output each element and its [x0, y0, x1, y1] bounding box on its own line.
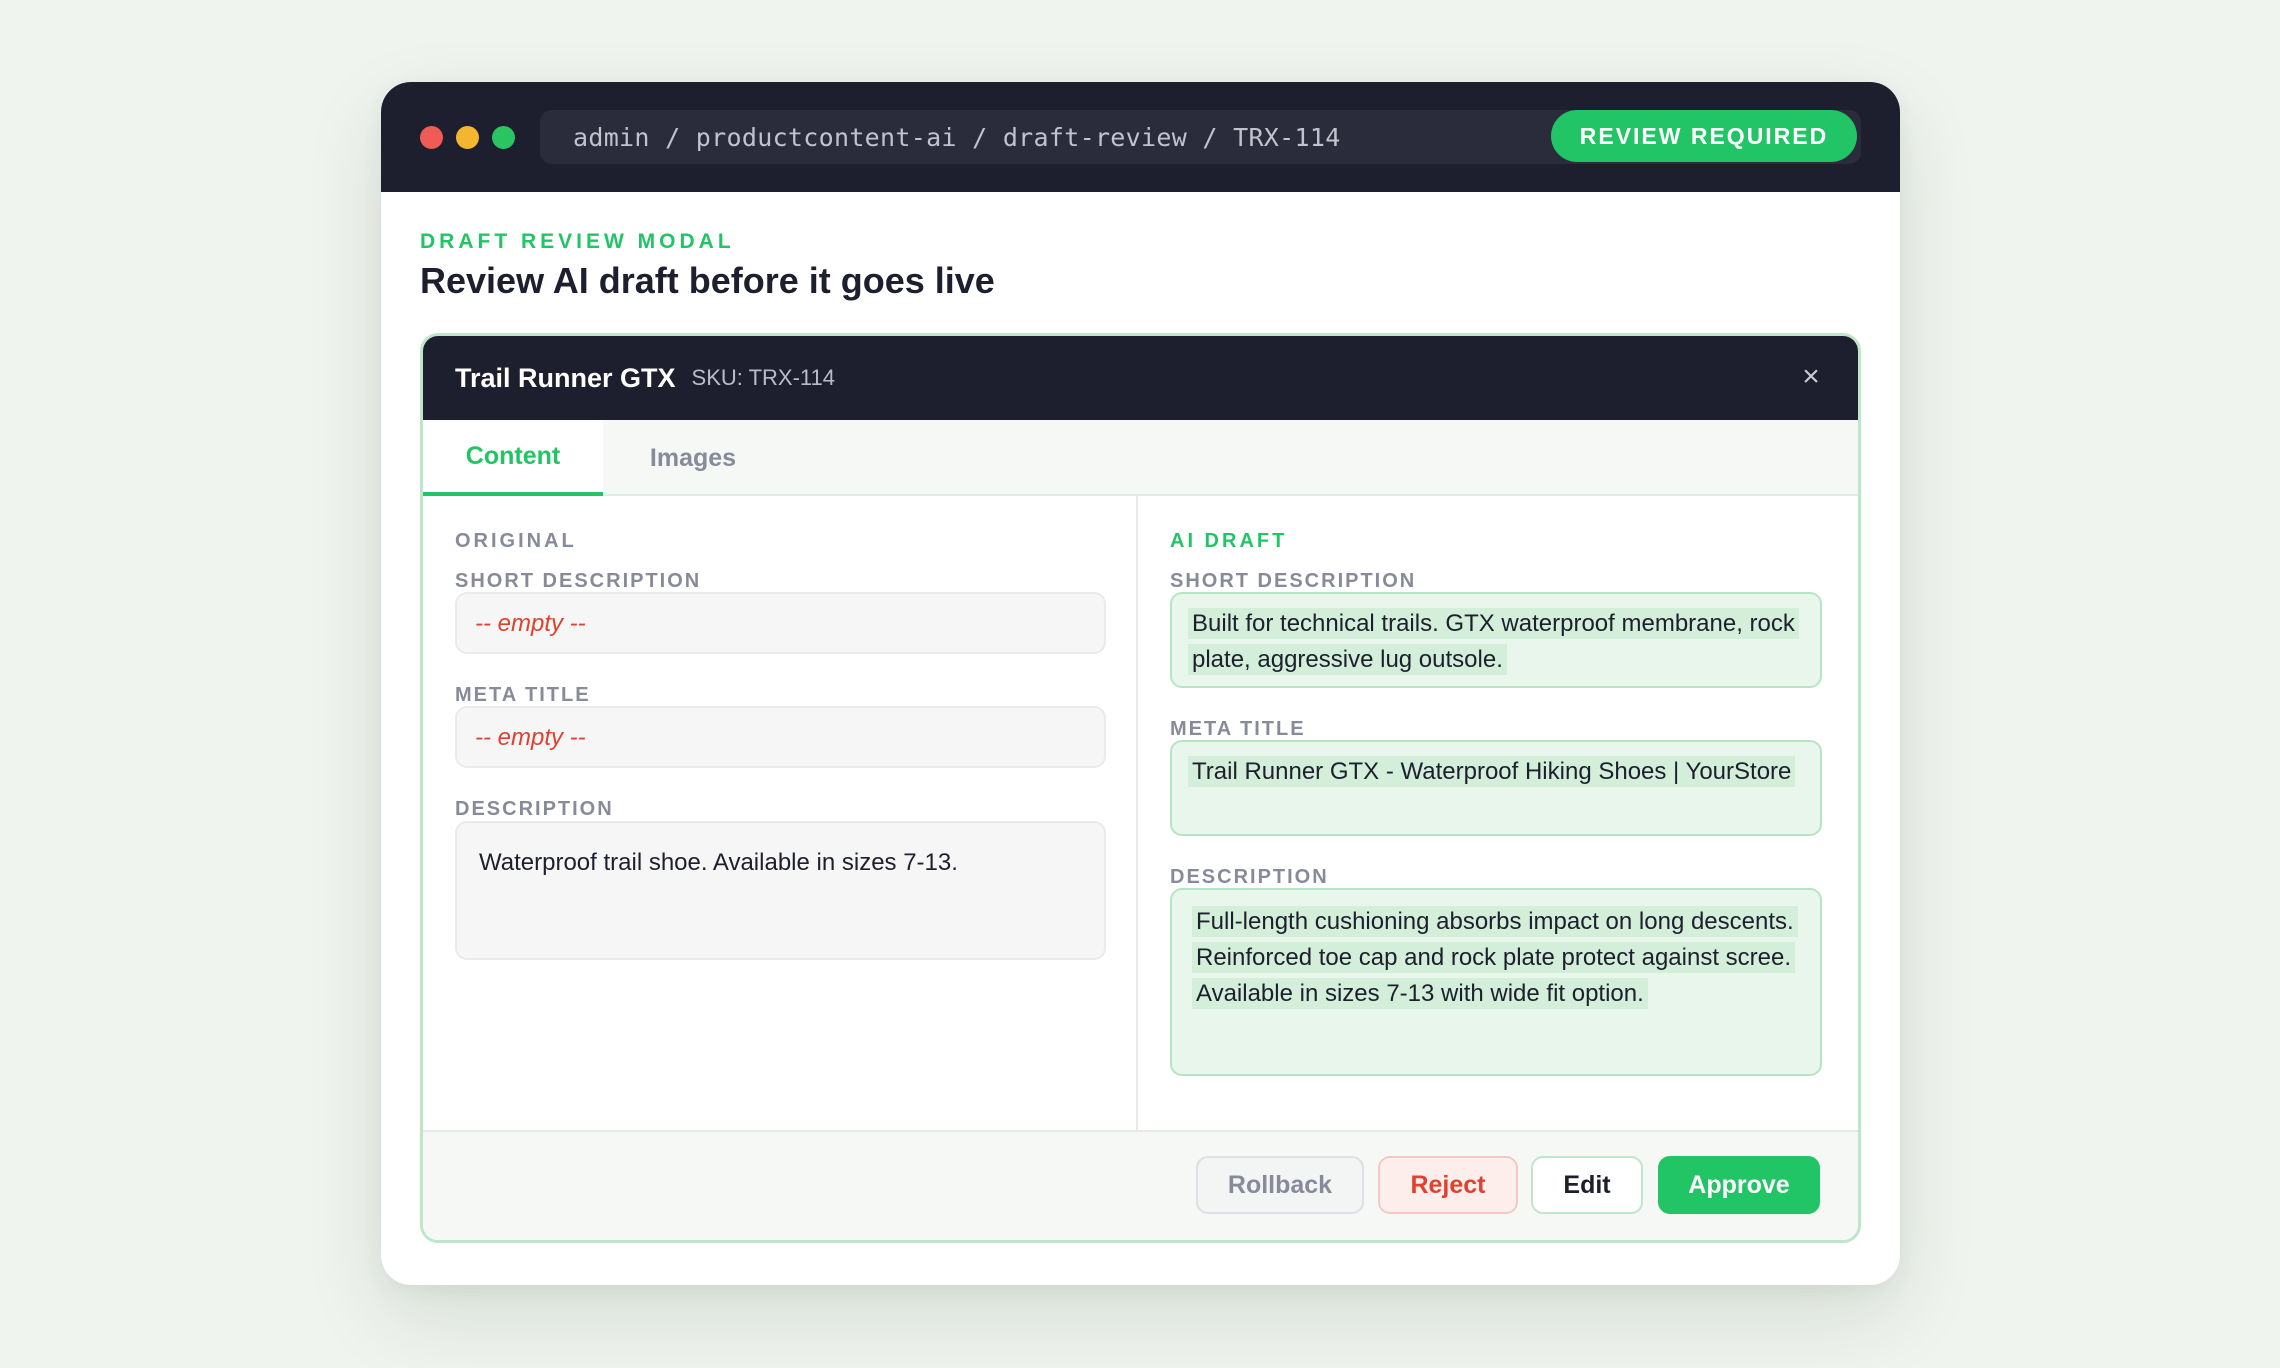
close-modal-button[interactable]: × [1792, 358, 1830, 396]
original-column: ORIGINAL SHORT DESCRIPTION -- empty -- M… [423, 496, 1138, 1130]
title-bar: admin / productcontent-ai / draft-review… [381, 82, 1900, 192]
product-sku: SKU: TRX-114 [691, 365, 836, 390]
minimize-window-dot-icon[interactable] [456, 126, 479, 149]
page-eyebrow: DRAFT REVIEW MODAL [420, 230, 735, 253]
maximize-window-dot-icon[interactable] [492, 126, 515, 149]
original-short-description-value: -- empty -- [475, 610, 586, 637]
ai-short-description-value: Built for technical trails. GTX waterpro… [1188, 608, 1799, 675]
ai-draft-column-title: AI DRAFT [1170, 530, 1288, 552]
ai-draft-column: AI DRAFT SHORT DESCRIPTION Built for tec… [1138, 496, 1858, 1130]
ai-description-field[interactable]: Full-length cushioning absorbs impact on… [1170, 888, 1822, 1076]
original-meta-title-label: META TITLE [455, 684, 591, 706]
product-name: Trail Runner GTX [455, 362, 676, 393]
ai-meta-title-field[interactable]: Trail Runner GTX - Waterproof Hiking Sho… [1170, 740, 1822, 836]
tab-content[interactable]: Content [423, 420, 603, 496]
modal-footer: Rollback Reject Edit Approve [423, 1130, 1858, 1240]
tab-images[interactable]: Images [603, 420, 783, 496]
rollback-button[interactable]: Rollback [1196, 1156, 1364, 1214]
original-short-description-label: SHORT DESCRIPTION [455, 570, 702, 592]
modal-header: Trail Runner GTX SKU: TRX-114 × [423, 336, 1858, 420]
comparison-panes: ORIGINAL SHORT DESCRIPTION -- empty -- M… [423, 496, 1858, 1130]
edit-button[interactable]: Edit [1531, 1156, 1643, 1214]
original-description-label: DESCRIPTION [455, 798, 614, 820]
approve-button[interactable]: Approve [1658, 1156, 1820, 1214]
breadcrumb-text: admin / productcontent-ai / draft-review… [573, 122, 1341, 152]
page-title: Review AI draft before it goes live [420, 260, 995, 301]
ai-meta-title-label: META TITLE [1170, 718, 1306, 740]
ai-meta-title-value: Trail Runner GTX - Waterproof Hiking Sho… [1188, 756, 1796, 787]
ai-description-value: Full-length cushioning absorbs impact on… [1192, 906, 1798, 1009]
ai-short-description-field[interactable]: Built for technical trails. GTX waterpro… [1170, 592, 1822, 688]
original-meta-title-value: -- empty -- [475, 724, 586, 751]
ai-description-label: DESCRIPTION [1170, 866, 1329, 888]
app-window: admin / productcontent-ai / draft-review… [381, 82, 1900, 1285]
original-description-field: Waterproof trail shoe. Available in size… [455, 821, 1106, 960]
tab-bar: Content Images [423, 420, 1858, 496]
draft-review-modal: Trail Runner GTX SKU: TRX-114 × Content … [420, 333, 1861, 1243]
original-description-value: Waterproof trail shoe. Available in size… [479, 849, 958, 876]
close-icon: × [1802, 360, 1820, 393]
ai-short-description-label: SHORT DESCRIPTION [1170, 570, 1417, 592]
reject-button[interactable]: Reject [1378, 1156, 1518, 1214]
close-window-dot-icon[interactable] [420, 126, 443, 149]
original-column-title: ORIGINAL [455, 530, 577, 552]
original-short-description-field: -- empty -- [455, 592, 1106, 654]
original-meta-title-field: -- empty -- [455, 706, 1106, 768]
status-badge: REVIEW REQUIRED [1551, 110, 1857, 162]
